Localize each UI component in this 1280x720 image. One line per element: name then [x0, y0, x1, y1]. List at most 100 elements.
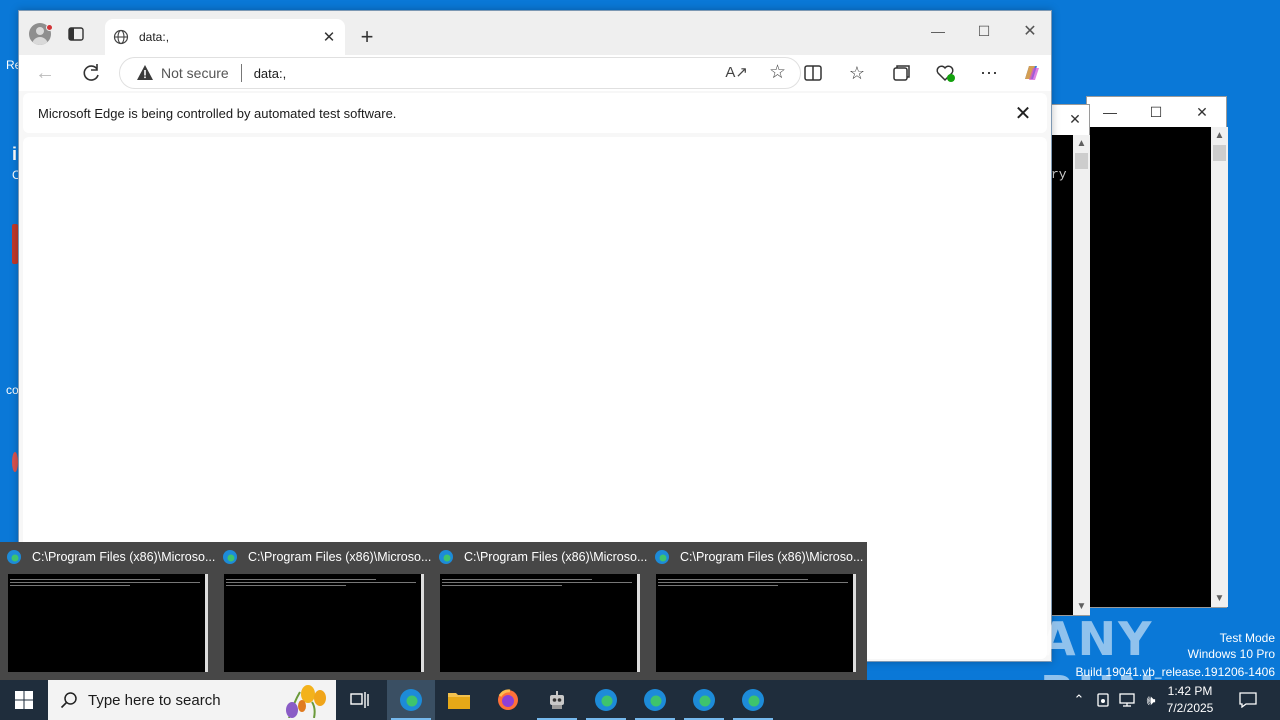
thumbnail-preview[interactable] [8, 574, 208, 672]
security-label[interactable]: Not secure [161, 65, 229, 81]
thumbnail-window[interactable]: C:\Program Files (x86)\Microso... [216, 542, 432, 680]
refresh-icon[interactable] [77, 59, 105, 87]
browser-toolbar: ← Not secure data:, A↗ ☆ ☆ ⋯ [19, 55, 1051, 91]
thumbnail-preview[interactable] [656, 574, 856, 672]
thumbnail-preview[interactable] [440, 574, 640, 672]
copilot-icon[interactable] [1017, 59, 1045, 87]
taskbar-edge-window[interactable] [582, 680, 630, 720]
edge-icon [644, 689, 666, 711]
desktop-icon-fragment: i [12, 144, 18, 164]
add-favorite-star-icon[interactable]: ☆ [769, 61, 786, 84]
thumbnail-title: C:\Program Files (x86)\Microso... [680, 550, 864, 564]
separator [240, 64, 242, 82]
scroll-thumb[interactable] [1213, 145, 1226, 161]
task-view-button[interactable] [336, 680, 384, 720]
console-screen[interactable] [1089, 127, 1211, 607]
edge-icon [400, 689, 422, 711]
taskbar-edge-active[interactable] [387, 680, 435, 720]
taskbar-app-robot[interactable] [533, 680, 581, 720]
browser-essentials-heart-icon[interactable] [931, 59, 959, 87]
back-arrow-icon[interactable]: ← [31, 59, 59, 87]
address-bar[interactable]: Not secure data:, A↗ ☆ [119, 57, 801, 89]
scroll-up-arrow-icon[interactable]: ▲ [1073, 135, 1090, 152]
folder-icon [448, 693, 470, 709]
edge-icon [223, 550, 237, 564]
thumbnail-window[interactable]: C:\Program Files (x86)\Microso... [0, 542, 216, 680]
thumbnail-title: C:\Program Files (x86)\Microso... [248, 550, 432, 564]
scroll-up-arrow-icon[interactable]: ▲ [1211, 127, 1228, 144]
infobar-close-icon[interactable]: ✕ [1011, 101, 1035, 125]
edge-icon [7, 550, 21, 564]
watermark-os: Windows 10 Pro [1187, 647, 1275, 661]
system-clock[interactable]: 1:42 PM 7/2/2025 [1160, 683, 1220, 717]
robot-app-icon [550, 691, 564, 709]
close-window-button[interactable]: ✕ [1007, 11, 1053, 51]
console-text: ry [1051, 167, 1067, 182]
taskbar-edge-window[interactable] [631, 680, 679, 720]
thumbnail-title: C:\Program Files (x86)\Microso... [32, 550, 216, 564]
maximize-button[interactable]: ☐ [1133, 97, 1179, 127]
console-scrollbar[interactable]: ▲ ▼ [1073, 135, 1090, 615]
edge-icon [595, 689, 617, 711]
clock-time: 1:42 PM [1167, 684, 1213, 698]
collections-icon[interactable] [887, 59, 915, 87]
task-view-icon [350, 692, 369, 708]
watermark-build: Build 19041.vb_release.191206-1406 [1075, 665, 1276, 679]
thumbnail-title: C:\Program Files (x86)\Microso... [464, 550, 648, 564]
minimize-button[interactable]: — [1087, 97, 1133, 127]
taskbar-file-explorer[interactable] [435, 680, 483, 720]
tab-active[interactable]: data:, ✕ [105, 19, 345, 55]
show-hidden-icons-chevron-icon[interactable]: ⌃ [1068, 680, 1090, 720]
read-aloud-icon[interactable]: A↗ [725, 63, 748, 81]
edge-icon [439, 550, 453, 564]
edge-icon [693, 689, 715, 711]
url-text[interactable]: data:, [254, 66, 287, 81]
automation-infobar: Microsoft Edge is being controlled by au… [23, 93, 1047, 133]
edge-icon [742, 689, 764, 711]
favorites-icon[interactable]: ☆ [843, 59, 871, 87]
firefox-icon [498, 689, 518, 710]
search-icon [60, 692, 77, 709]
thumbnail-window[interactable]: C:\Program Files (x86)\Microso... [432, 542, 648, 680]
infobar-message: Microsoft Edge is being controlled by au… [38, 105, 397, 121]
tab-strip: data:, ✕ + — ☐ ✕ [19, 11, 1051, 55]
new-tab-button[interactable]: + [353, 23, 381, 51]
split-screen-icon[interactable] [799, 59, 827, 87]
console-window[interactable]: — ☐ ✕ ▲ ▼ [1086, 96, 1228, 608]
taskbar-edge-window[interactable] [680, 680, 728, 720]
clock-date: 7/2/2025 [1166, 701, 1214, 715]
start-button[interactable] [0, 680, 48, 720]
globe-icon [113, 29, 129, 45]
tab-title: data:, [139, 30, 170, 44]
thumbnail-window[interactable]: C:\Program Files (x86)\Microso... [648, 542, 864, 680]
volume-icon[interactable]: 🕪 [1140, 680, 1162, 720]
taskbar-search-box[interactable]: Type here to search [48, 680, 336, 720]
search-placeholder: Type here to search [88, 691, 221, 709]
desktop-icon-label-fragment: co [6, 383, 19, 397]
console-scrollbar[interactable]: ▲ ▼ [1211, 127, 1228, 607]
notification-dot [46, 24, 53, 31]
edge-icon [655, 550, 669, 564]
search-highlight-flowers-icon [286, 685, 326, 718]
action-center-icon[interactable] [1234, 680, 1262, 720]
maximize-button[interactable]: ☐ [961, 11, 1007, 51]
thumbnail-preview[interactable] [224, 574, 424, 672]
taskbar-edge-window[interactable] [729, 680, 777, 720]
scroll-down-arrow-icon[interactable]: ▼ [1211, 590, 1228, 607]
watermark-test-mode: Test Mode [1219, 631, 1275, 645]
taskbar: Type here to search ⌃ 🕪 1:42 PM 7/2/2025 [0, 680, 1280, 720]
more-options-icon[interactable]: ⋯ [975, 59, 1003, 87]
scroll-thumb[interactable] [1075, 153, 1088, 169]
tab-actions-icon[interactable] [67, 25, 85, 43]
taskbar-firefox[interactable] [484, 680, 532, 720]
console-screen[interactable]: ry [1051, 135, 1073, 615]
close-button[interactable]: ✕ [1061, 104, 1089, 134]
windows-logo-icon [15, 691, 33, 709]
network-icon[interactable] [1116, 680, 1138, 720]
tray-device-icon[interactable] [1092, 680, 1114, 720]
taskbar-thumbnail-group: C:\Program Files (x86)\Microso... C:\Pro… [0, 542, 867, 680]
minimize-button[interactable]: — [915, 11, 961, 51]
warning-icon[interactable] [136, 64, 154, 82]
tab-close-icon[interactable]: ✕ [317, 25, 341, 49]
close-button[interactable]: ✕ [1179, 97, 1225, 127]
